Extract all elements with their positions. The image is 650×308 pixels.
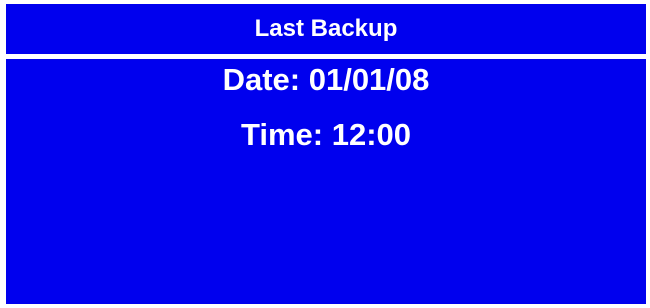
title-bar: Last Backup <box>6 4 646 54</box>
backup-time: Time: 12:00 <box>240 117 411 152</box>
backup-date: Date: 01/01/08 <box>222 62 430 97</box>
page-title: Last Backup <box>254 15 398 42</box>
backup-info-panel: Date: 01/01/08 Time: 12:00 <box>6 59 646 304</box>
